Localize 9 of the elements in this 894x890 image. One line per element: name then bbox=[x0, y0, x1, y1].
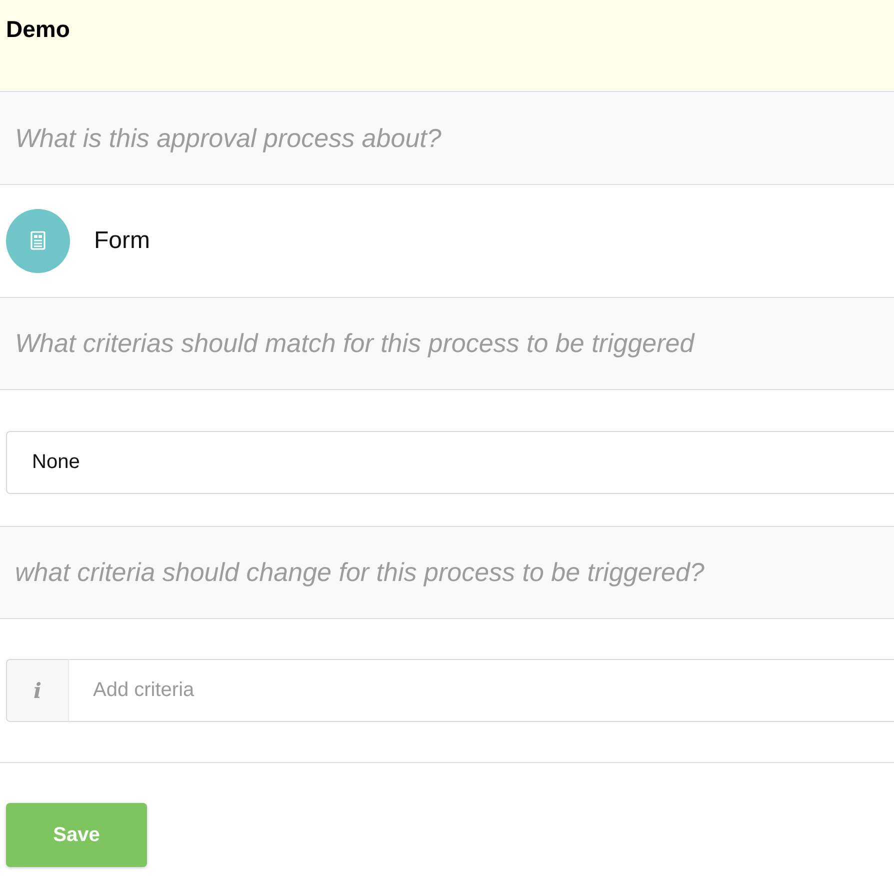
object-label: Form bbox=[94, 227, 150, 255]
form-icon bbox=[6, 209, 70, 273]
change-criteria-field[interactable]: what criteria should change for this process to be triggered? bbox=[0, 527, 894, 619]
criteria-select[interactable]: None bbox=[6, 431, 894, 494]
info-addon: i bbox=[6, 659, 69, 722]
description-field[interactable]: What is this approval process about? bbox=[0, 92, 894, 185]
add-criteria-input[interactable]: Add criteria bbox=[69, 659, 894, 722]
match-criteria-field[interactable]: What criterias should match for this process to be triggered bbox=[0, 298, 894, 390]
process-title: Demo bbox=[6, 15, 71, 43]
